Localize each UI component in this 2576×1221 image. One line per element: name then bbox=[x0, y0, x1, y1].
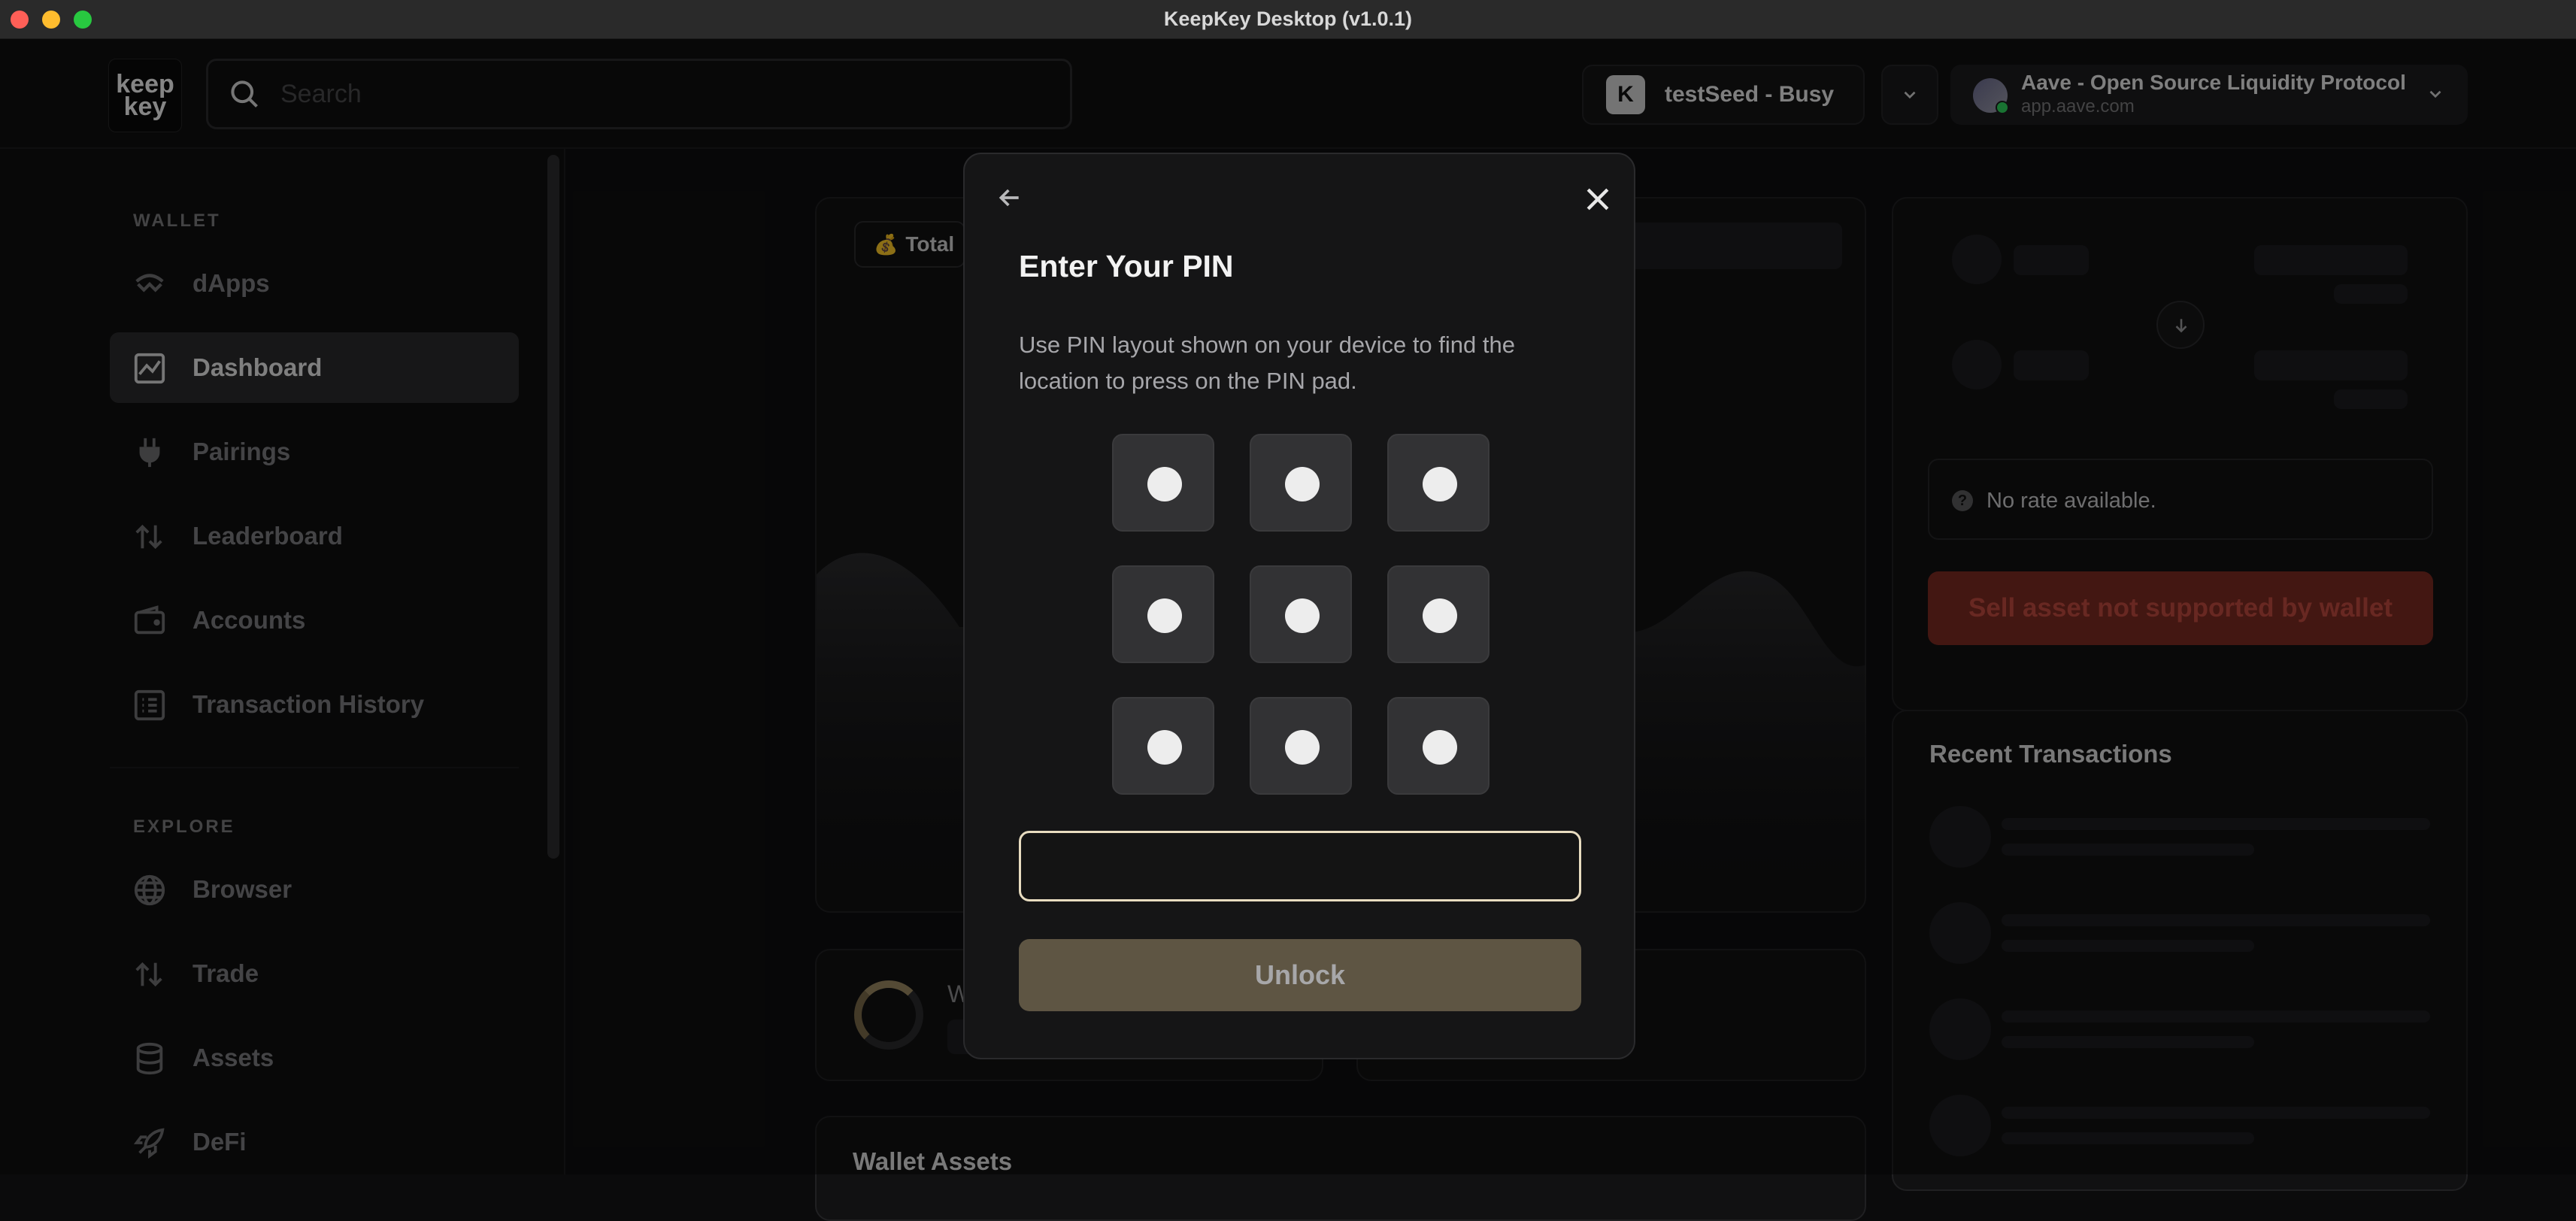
modal-title: Enter Your PIN bbox=[1019, 249, 1234, 283]
window-titlebar: KeepKey Desktop (v1.0.1) bbox=[0, 0, 2576, 39]
close-icon[interactable] bbox=[1581, 183, 1614, 216]
pin-dot bbox=[1423, 467, 1457, 501]
pin-modal: Enter Your PIN Use PIN layout shown on y… bbox=[963, 153, 1635, 1059]
pin-dot bbox=[1147, 730, 1182, 765]
pin-dot bbox=[1285, 598, 1320, 633]
pin-pad-button[interactable] bbox=[1387, 565, 1490, 663]
pin-pad-button[interactable] bbox=[1250, 434, 1352, 532]
pin-pad-button[interactable] bbox=[1112, 697, 1214, 795]
pin-pad-button[interactable] bbox=[1112, 565, 1214, 663]
pin-dot bbox=[1423, 730, 1457, 765]
pin-dot bbox=[1423, 598, 1457, 633]
pin-input[interactable] bbox=[1019, 831, 1581, 901]
pin-dot bbox=[1285, 730, 1320, 765]
unlock-button[interactable]: Unlock bbox=[1019, 939, 1581, 1011]
pin-pad-button[interactable] bbox=[1387, 697, 1490, 795]
pin-pad-button[interactable] bbox=[1250, 697, 1352, 795]
back-arrow-icon[interactable] bbox=[995, 183, 1025, 213]
pin-dot bbox=[1147, 467, 1182, 501]
window-title: KeepKey Desktop (v1.0.1) bbox=[1163, 8, 1413, 30]
pin-pad-button[interactable] bbox=[1250, 565, 1352, 663]
pin-dot bbox=[1147, 598, 1182, 633]
pin-dot bbox=[1285, 467, 1320, 501]
pin-pad-button[interactable] bbox=[1112, 434, 1214, 532]
modal-description: Use PIN layout shown on your device to f… bbox=[1019, 332, 1515, 394]
pin-pad-button[interactable] bbox=[1387, 434, 1490, 532]
